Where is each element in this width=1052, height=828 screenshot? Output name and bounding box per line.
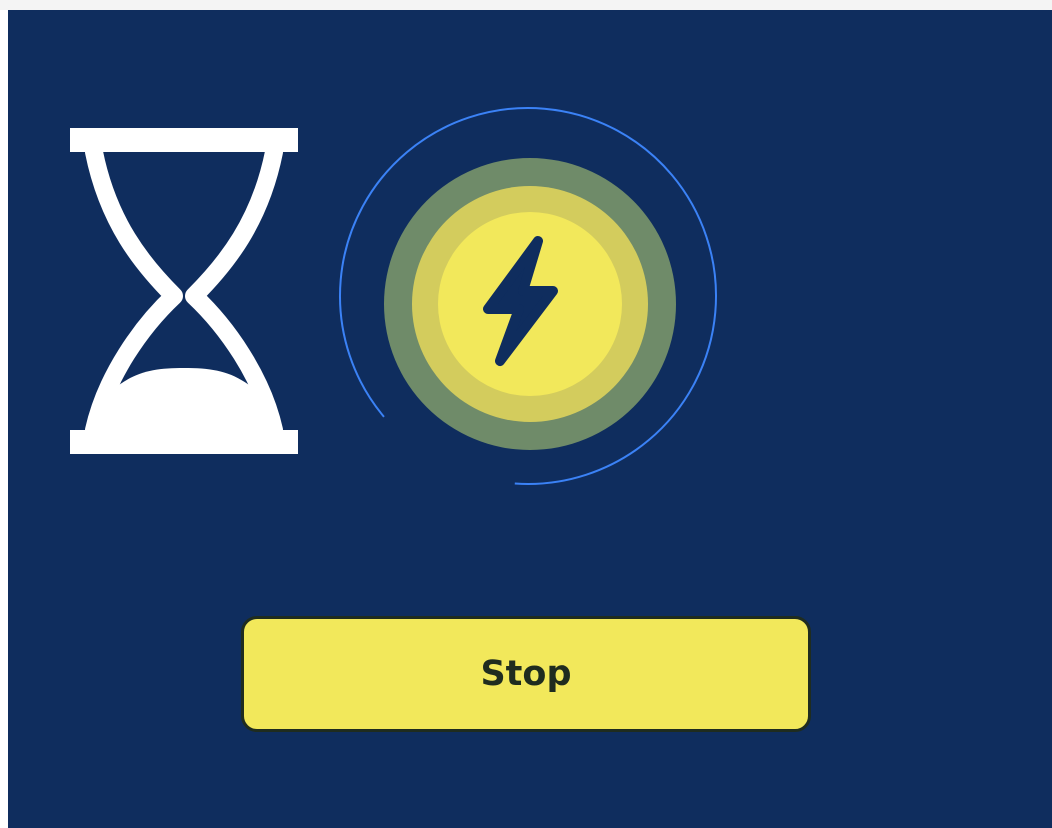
screen: Stop: [0, 0, 1052, 828]
hourglass-icon: [70, 128, 298, 454]
stop-button[interactable]: Stop: [241, 616, 811, 732]
top-strip: [0, 0, 1052, 10]
charging-status-indicator: [339, 107, 717, 485]
charging-panel: Stop: [8, 10, 1052, 828]
